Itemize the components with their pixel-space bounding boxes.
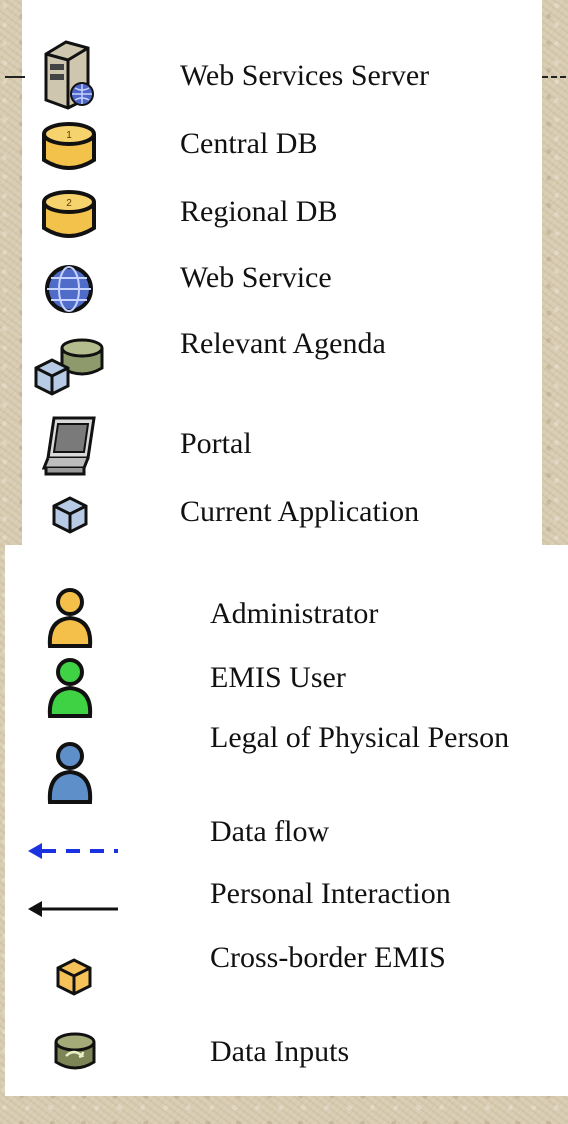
connector-line-right <box>542 76 566 78</box>
legend-label: Web Services Server <box>180 59 430 92</box>
monitor-icon <box>41 416 96 476</box>
database-2-icon: 2 <box>42 190 96 238</box>
connector-line-left <box>5 76 25 78</box>
solid-arrow-icon <box>28 901 118 917</box>
database-1-icon: 1 <box>42 122 96 170</box>
dashed-arrow-icon <box>28 843 118 859</box>
cube-orange-icon <box>56 958 92 996</box>
legend-label: Current Application <box>180 495 420 528</box>
cube-blue-icon <box>52 496 88 534</box>
legend-label: Legal of Physical Person <box>210 721 510 754</box>
legend-label: Central DB <box>180 127 318 160</box>
legend-label: Regional DB <box>180 195 338 228</box>
legend-label: Relevant Agenda <box>180 327 386 360</box>
legend-label: Data flow <box>210 815 330 848</box>
cube-database-icon <box>34 338 104 396</box>
svg-text:2: 2 <box>66 198 72 209</box>
legend-label: Web Service <box>180 261 332 294</box>
user-blue-icon <box>47 742 93 804</box>
svg-text:1: 1 <box>66 130 72 141</box>
legend-label: Cross-border EMIS <box>210 941 446 974</box>
legend-label: Data Inputs <box>210 1035 350 1068</box>
legend-label: Administrator <box>210 597 379 630</box>
globe-icon <box>45 265 93 313</box>
user-orange-icon <box>47 588 93 648</box>
data-input-icon <box>54 1032 96 1070</box>
legend-label: Portal <box>180 427 252 460</box>
legend-label: EMIS User <box>210 661 346 694</box>
server-icon <box>44 40 94 110</box>
user-green-icon <box>47 658 93 718</box>
legend-label: Personal Interaction <box>210 877 451 910</box>
